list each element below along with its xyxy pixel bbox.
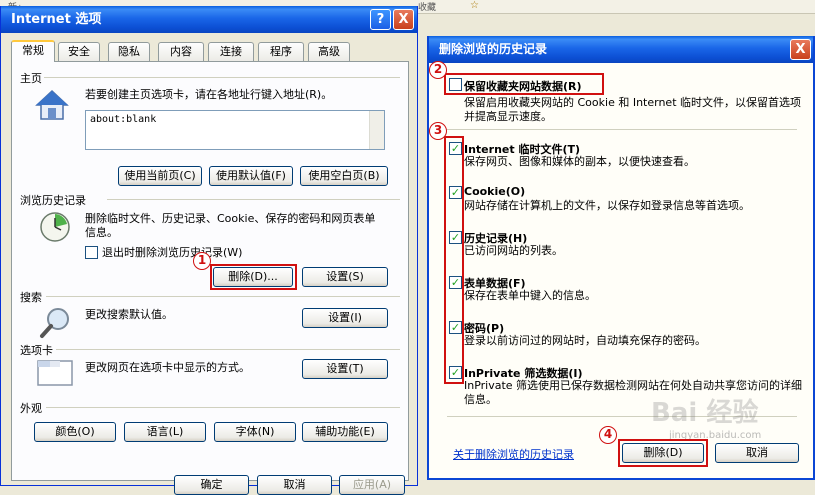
history-divider xyxy=(107,199,400,200)
form-data-desc: 保存在表单中键入的信息。 xyxy=(464,289,596,302)
search-divider xyxy=(46,296,400,297)
home-divider xyxy=(44,77,400,78)
annotation-step-1: 1 xyxy=(193,252,211,270)
delete-on-exit-checkbox[interactable] xyxy=(85,246,98,259)
tabs-divider xyxy=(56,349,400,350)
annotation-box-delete xyxy=(210,264,297,290)
home-description: 若要创建主页选项卡，请在各地址行键入地址(R)。 xyxy=(85,88,333,101)
dialog-close-icon[interactable]: X xyxy=(790,39,811,60)
home-section-title: 主页 xyxy=(20,72,42,85)
ok-button[interactable]: 确定 xyxy=(174,475,249,495)
preserve-favorites-desc: 保留启用收藏夹网站的 Cookie 和 Internet 临时文件，以保留首选项… xyxy=(464,96,801,123)
history-settings-button[interactable]: 设置(S) xyxy=(302,267,388,287)
annotation-step-3: 3 xyxy=(429,122,447,140)
tab-connections[interactable]: 连接 xyxy=(208,42,254,61)
history-section-title: 浏览历史记录 xyxy=(20,194,86,207)
tabs-settings-button[interactable]: 设置(T) xyxy=(302,359,388,379)
watermark-logo: Bai 经验 xyxy=(651,398,759,428)
internet-options-title: Internet 选项 xyxy=(11,12,102,27)
temp-files-desc: 保存网页、图像和媒体的副本，以便快速查看。 xyxy=(464,155,695,168)
tab-programs[interactable]: 程序 xyxy=(258,42,304,61)
home-address-value: about:blank xyxy=(90,114,157,125)
annotation-step-2: 2 xyxy=(429,61,447,79)
history-clock-icon xyxy=(40,212,70,242)
house-icon xyxy=(35,89,69,120)
general-tab-panel: 主页 若要创建主页选项卡，请在各地址行键入地址(R)。 about:blank … xyxy=(11,61,409,495)
internet-options-titlebar[interactable]: Internet 选项 ? X xyxy=(1,6,417,33)
delete-on-exit-label: 退出时删除浏览历史记录(W) xyxy=(102,246,243,259)
cookies-label: Cookie(O) xyxy=(464,185,526,198)
address-scrollbar[interactable] xyxy=(369,111,384,149)
tabs-section-title: 选项卡 xyxy=(20,344,53,357)
tab-advanced[interactable]: 高级 xyxy=(308,42,350,61)
accessibility-button[interactable]: 辅助功能(E) xyxy=(302,422,388,442)
annotation-box-preserve xyxy=(444,73,604,95)
about-delete-history-link[interactable]: 关于删除浏览的历史记录 xyxy=(453,446,574,462)
colors-button[interactable]: 颜色(O) xyxy=(34,422,116,442)
home-address-input[interactable]: about:blank xyxy=(85,110,385,150)
annotation-box-dialog-delete xyxy=(618,439,708,467)
use-blank-button[interactable]: 使用空白页(B) xyxy=(300,166,388,186)
help-button[interactable]: ? xyxy=(370,9,391,30)
close-icon[interactable]: X xyxy=(393,9,414,30)
delete-history-dialog: 删除浏览的历史记录 X 保留收藏夹网站数据(R) 保留启用收藏夹网站的 Cook… xyxy=(427,36,815,480)
background-star-icon: ☆ xyxy=(470,0,479,11)
dialog-divider-top xyxy=(447,129,797,130)
delete-dialog-title: 删除浏览的历史记录 xyxy=(439,42,548,56)
magnifier-icon xyxy=(40,308,69,338)
delete-dialog-titlebar[interactable]: 删除浏览的历史记录 X xyxy=(429,36,813,63)
appearance-divider xyxy=(46,407,400,408)
background-favorites-label: 收藏 xyxy=(418,3,437,13)
tabs-description: 更改网页在选项卡中显示的方式。 xyxy=(85,361,250,374)
search-settings-button[interactable]: 设置(I) xyxy=(302,308,388,328)
dialog-cancel-button[interactable]: 取消 xyxy=(715,443,799,463)
appearance-section-title: 外观 xyxy=(20,402,42,415)
internet-options-window: Internet 选项 ? X 常规 安全 隐私 内容 连接 程序 高级 主页 … xyxy=(0,6,418,495)
tab-security[interactable]: 安全 xyxy=(58,42,100,61)
search-description: 更改搜索默认值。 xyxy=(85,308,173,321)
passwords-desc: 登录以前访问过的网站时，自动填充保存的密码。 xyxy=(464,334,706,347)
annotation-step-4: 4 xyxy=(599,426,617,444)
history-description: 删除临时文件、历史记录、Cookie、保存的密码和网页表单信息。 xyxy=(85,212,376,239)
tab-content[interactable]: 内容 xyxy=(158,42,204,61)
tabs-window-icon xyxy=(37,360,73,386)
search-section-title: 搜索 xyxy=(20,291,42,304)
use-current-button[interactable]: 使用当前页(C) xyxy=(118,166,202,186)
tab-general[interactable]: 常规 xyxy=(11,40,55,62)
cookies-desc: 网站存储在计算机上的文件，以保存如登录信息等首选项。 xyxy=(464,199,750,212)
history-desc: 已访问网站的列表。 xyxy=(464,244,563,257)
annotation-box-checkboxes xyxy=(444,136,464,384)
fonts-button[interactable]: 字体(N) xyxy=(214,422,296,442)
apply-button[interactable]: 应用(A) xyxy=(339,475,405,495)
cancel-button[interactable]: 取消 xyxy=(257,475,332,495)
language-button[interactable]: 语言(L) xyxy=(124,422,206,442)
tab-privacy[interactable]: 隐私 xyxy=(108,42,150,61)
use-default-button[interactable]: 使用默认值(F) xyxy=(209,166,293,186)
